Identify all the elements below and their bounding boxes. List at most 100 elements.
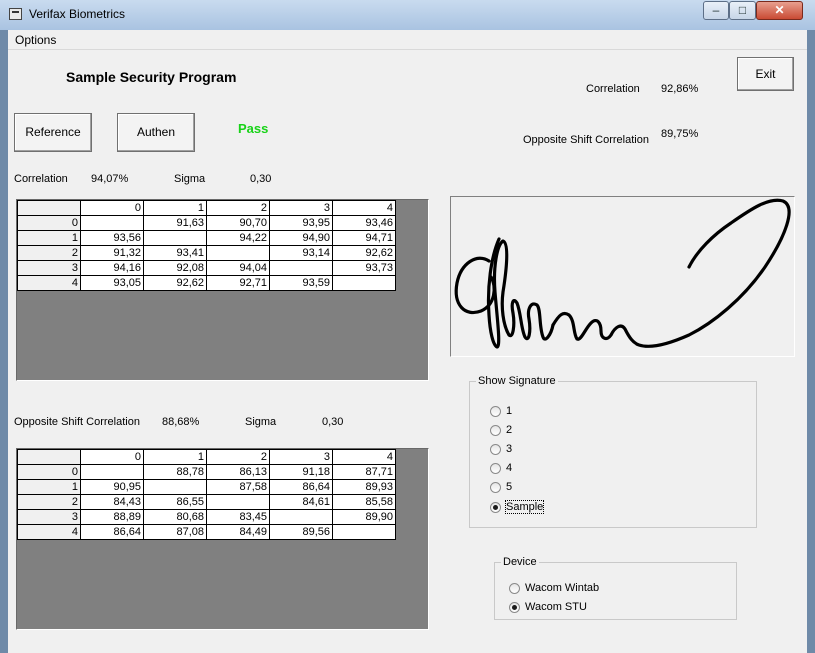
table-cell[interactable]: 84,43 bbox=[80, 494, 144, 510]
table-row: 4 86,64 87,08 84,49 89,56 bbox=[17, 524, 396, 540]
table-corner-cell bbox=[17, 200, 81, 216]
row-header: 1 bbox=[17, 230, 81, 246]
table-cell[interactable]: 83,45 bbox=[206, 509, 270, 525]
row-header: 2 bbox=[17, 494, 81, 510]
table-cell[interactable]: 89,90 bbox=[332, 509, 396, 525]
table-cell[interactable] bbox=[143, 479, 207, 495]
table-cell[interactable]: 94,90 bbox=[269, 230, 333, 246]
table-cell[interactable] bbox=[206, 494, 270, 510]
table-cell[interactable]: 86,13 bbox=[206, 464, 270, 480]
table-cell[interactable]: 88,78 bbox=[143, 464, 207, 480]
opposite-grid[interactable]: 0 1 2 3 4 0 88,78 86,13 91,18 87,71 1 90,95 87,58 86,… bbox=[16, 448, 429, 630]
table-cell[interactable] bbox=[269, 509, 333, 525]
table-cell[interactable] bbox=[332, 275, 396, 291]
row-header: 0 bbox=[17, 464, 81, 480]
row-header: 3 bbox=[17, 260, 81, 276]
table-cell[interactable] bbox=[80, 215, 144, 231]
window-title: Verifax Biometrics bbox=[29, 7, 126, 21]
table-cell[interactable] bbox=[269, 260, 333, 276]
correlation-grid[interactable]: 0 1 2 3 4 0 91,63 90,70 93,95 93,46 1 93,56 94,22 94,… bbox=[16, 199, 429, 381]
opposite-sigma-label: Sigma bbox=[245, 416, 277, 428]
overall-correlation-value: 92,86% bbox=[661, 83, 699, 95]
table-cell[interactable]: 93,73 bbox=[332, 260, 396, 276]
table-cell[interactable] bbox=[332, 524, 396, 540]
table-cell[interactable]: 93,59 bbox=[269, 275, 333, 291]
column-header: 0 bbox=[80, 449, 144, 465]
table-cell[interactable]: 86,55 bbox=[143, 494, 207, 510]
result-status: Pass bbox=[238, 121, 269, 136]
table-row: 1 90,95 87,58 86,64 89,93 bbox=[17, 479, 396, 495]
signature-option-label: 4 bbox=[506, 462, 513, 474]
table-cell[interactable]: 87,71 bbox=[332, 464, 396, 480]
table-cell[interactable]: 86,64 bbox=[269, 479, 333, 495]
opposite-correlation-label: Opposite Shift Correlation bbox=[14, 416, 140, 428]
opposite-correlation-value: 88,68% bbox=[162, 416, 200, 428]
table-cell[interactable]: 87,58 bbox=[206, 479, 270, 495]
table-cell[interactable]: 84,49 bbox=[206, 524, 270, 540]
table-cell[interactable]: 87,08 bbox=[143, 524, 207, 540]
table-cell[interactable] bbox=[80, 464, 144, 480]
row-header: 0 bbox=[17, 215, 81, 231]
table-cell[interactable]: 94,04 bbox=[206, 260, 270, 276]
close-button[interactable]: ✕ bbox=[756, 1, 803, 20]
table-cell[interactable]: 89,56 bbox=[269, 524, 333, 540]
menu-options[interactable]: Options bbox=[15, 33, 56, 47]
show-signature-legend: Show Signature bbox=[476, 375, 558, 387]
show-signature-group: Show Signature 1 2 3 4 5 Sample bbox=[469, 375, 757, 528]
table-cell[interactable] bbox=[206, 245, 270, 261]
table-cell[interactable]: 91,32 bbox=[80, 245, 144, 261]
table-cell[interactable]: 93,41 bbox=[143, 245, 207, 261]
authen-button[interactable]: Authen bbox=[117, 113, 195, 152]
row-header: 4 bbox=[17, 524, 81, 540]
table-cell[interactable]: 80,68 bbox=[143, 509, 207, 525]
table-cell[interactable]: 86,64 bbox=[80, 524, 144, 540]
menu-bar: Options bbox=[8, 30, 807, 50]
table-cell[interactable]: 93,56 bbox=[80, 230, 144, 246]
table-cell[interactable]: 92,62 bbox=[332, 245, 396, 261]
table-cell[interactable]: 92,71 bbox=[206, 275, 270, 291]
column-header: 0 bbox=[80, 200, 144, 216]
maximize-button[interactable]: □ bbox=[729, 1, 756, 20]
reference-button[interactable]: Reference bbox=[14, 113, 92, 152]
column-header: 3 bbox=[269, 449, 333, 465]
device-option-label: Wacom Wintab bbox=[525, 582, 600, 594]
table-cell[interactable]: 91,18 bbox=[269, 464, 333, 480]
table-cell[interactable]: 90,95 bbox=[80, 479, 144, 495]
table-cell[interactable]: 94,16 bbox=[80, 260, 144, 276]
table-cell[interactable]: 89,93 bbox=[332, 479, 396, 495]
overall-opposite-label: Opposite Shift Correlation bbox=[523, 134, 649, 146]
table-cell[interactable]: 93,95 bbox=[269, 215, 333, 231]
exit-button[interactable]: Exit bbox=[737, 57, 794, 91]
radio-icon bbox=[490, 482, 501, 493]
signature-option-label: 5 bbox=[506, 481, 513, 493]
table-row: 0 88,78 86,13 91,18 87,71 bbox=[17, 464, 396, 480]
title-bar[interactable]: Verifax Biometrics – □ ✕ bbox=[0, 0, 815, 30]
table-cell[interactable]: 94,71 bbox=[332, 230, 396, 246]
table-cell[interactable]: 93,46 bbox=[332, 215, 396, 231]
table-cell[interactable]: 93,05 bbox=[80, 275, 144, 291]
column-header: 4 bbox=[332, 200, 396, 216]
table-row: 3 94,16 92,08 94,04 93,73 bbox=[17, 260, 396, 276]
table-cell[interactable]: 92,62 bbox=[143, 275, 207, 291]
table-row: 0 91,63 90,70 93,95 93,46 bbox=[17, 215, 396, 231]
sigma-value: 0,30 bbox=[250, 173, 272, 185]
app-window: Verifax Biometrics – □ ✕ Options Sample … bbox=[0, 0, 815, 653]
device-group: Device Wacom Wintab Wacom STU bbox=[494, 556, 737, 620]
correlation-label: Correlation bbox=[14, 173, 68, 185]
signature-option-label: 2 bbox=[506, 424, 513, 436]
opposite-sigma-value: 0,30 bbox=[322, 416, 344, 428]
table-cell[interactable]: 84,61 bbox=[269, 494, 333, 510]
sigma-label: Sigma bbox=[174, 173, 206, 185]
table-corner-cell bbox=[17, 449, 81, 465]
row-header: 1 bbox=[17, 479, 81, 495]
table-cell[interactable] bbox=[143, 230, 207, 246]
table-cell[interactable]: 93,14 bbox=[269, 245, 333, 261]
table-cell[interactable]: 92,08 bbox=[143, 260, 207, 276]
table-cell[interactable]: 88,89 bbox=[80, 509, 144, 525]
table-cell[interactable]: 90,70 bbox=[206, 215, 270, 231]
table-cell[interactable]: 91,63 bbox=[143, 215, 207, 231]
table-cell[interactable]: 85,58 bbox=[332, 494, 396, 510]
table-cell[interactable]: 94,22 bbox=[206, 230, 270, 246]
table-header-row: 01234 bbox=[17, 449, 396, 465]
minimize-button[interactable]: – bbox=[703, 1, 729, 20]
